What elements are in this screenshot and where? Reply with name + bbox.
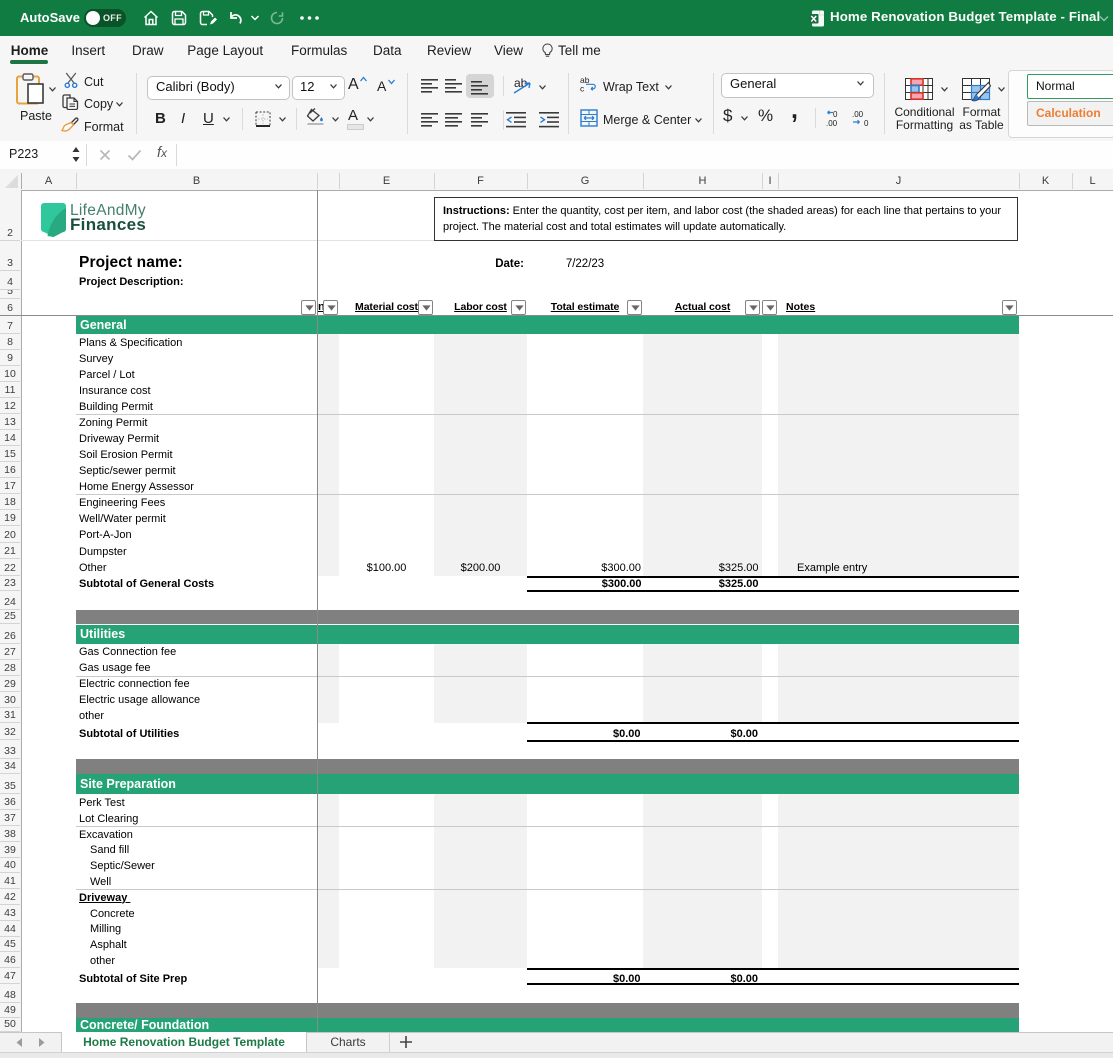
svg-text:0: 0 (864, 119, 869, 128)
svg-text:.00: .00 (826, 119, 838, 128)
svg-text:0: 0 (833, 110, 838, 119)
svg-text:.00: .00 (852, 110, 864, 119)
